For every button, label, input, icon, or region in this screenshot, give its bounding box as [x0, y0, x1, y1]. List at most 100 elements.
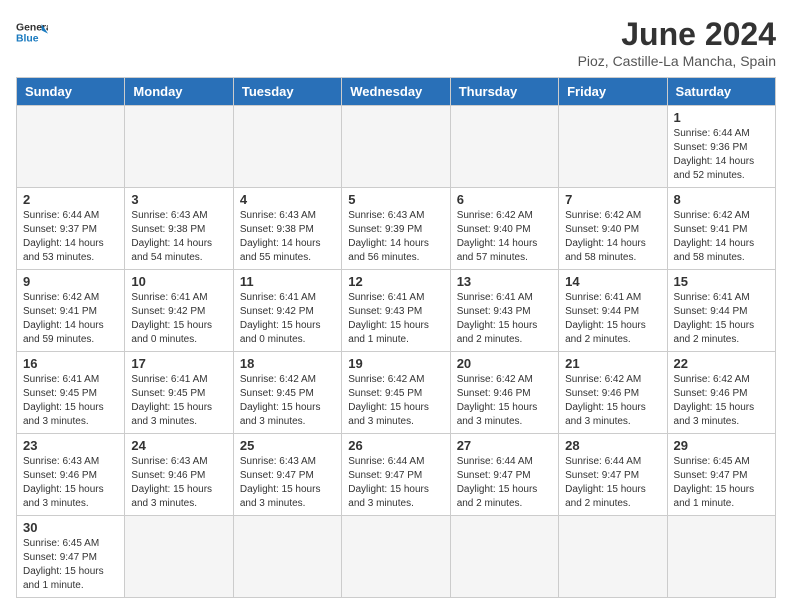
calendar-cell: 29 Sunrise: 6:45 AM Sunset: 9:47 PM Dayli…: [667, 434, 775, 516]
day-number: 18: [240, 356, 335, 371]
calendar-cell: 7 Sunrise: 6:42 AM Sunset: 9:40 PM Daylig…: [559, 188, 667, 270]
day-number: 25: [240, 438, 335, 453]
day-of-week-header: Friday: [559, 78, 667, 106]
day-info: Sunrise: 6:42 AM Sunset: 9:45 PM Dayligh…: [240, 373, 335, 429]
day-info: Sunrise: 6:41 AM Sunset: 9:45 PM Dayligh…: [23, 373, 118, 429]
day-info: Sunrise: 6:43 AM Sunset: 9:46 PM Dayligh…: [23, 455, 118, 511]
day-number: 2: [23, 192, 118, 207]
day-number: 12: [348, 274, 443, 289]
calendar-cell: [559, 516, 667, 598]
calendar-cell: 17 Sunrise: 6:41 AM Sunset: 9:45 PM Dayli…: [125, 352, 233, 434]
calendar-cell: [450, 106, 558, 188]
calendar-cell: 23Sunrise: 6:43 AM Sunset: 9:46 PM Dayli…: [17, 434, 125, 516]
day-number: 7: [565, 192, 660, 207]
calendar-cell: 2 Sunrise: 6:44 AM Sunset: 9:37 PM Daylig…: [17, 188, 125, 270]
day-info: Sunrise: 6:41 AM Sunset: 9:45 PM Dayligh…: [131, 373, 226, 429]
day-number: 27: [457, 438, 552, 453]
day-number: 1: [674, 110, 769, 125]
day-info: Sunrise: 6:41 AM Sunset: 9:42 PM Dayligh…: [131, 291, 226, 347]
day-info: Sunrise: 6:42 AM Sunset: 9:45 PM Dayligh…: [348, 373, 443, 429]
day-number: 17: [131, 356, 226, 371]
page-header: General Blue June 2024 Pioz, Castille-La…: [16, 16, 776, 69]
day-number: 4: [240, 192, 335, 207]
calendar-cell: [233, 516, 341, 598]
day-number: 22: [674, 356, 769, 371]
logo: General Blue: [16, 16, 48, 48]
day-number: 6: [457, 192, 552, 207]
calendar-cell: 6Sunrise: 6:42 AM Sunset: 9:40 PM Daylig…: [450, 188, 558, 270]
day-of-week-header: Tuesday: [233, 78, 341, 106]
day-info: Sunrise: 6:43 AM Sunset: 9:38 PM Dayligh…: [131, 209, 226, 265]
day-info: Sunrise: 6:43 AM Sunset: 9:39 PM Dayligh…: [348, 209, 443, 265]
day-info: Sunrise: 6:42 AM Sunset: 9:40 PM Dayligh…: [565, 209, 660, 265]
calendar-table: SundayMondayTuesdayWednesdayThursdayFrid…: [16, 77, 776, 598]
calendar-cell: 18 Sunrise: 6:42 AM Sunset: 9:45 PM Dayli…: [233, 352, 341, 434]
day-number: 8: [674, 192, 769, 207]
calendar-cell: 19Sunrise: 6:42 AM Sunset: 9:45 PM Dayli…: [342, 352, 450, 434]
calendar-cell: [667, 516, 775, 598]
day-info: Sunrise: 6:42 AM Sunset: 9:41 PM Dayligh…: [674, 209, 769, 265]
day-number: 3: [131, 192, 226, 207]
day-of-week-header: Saturday: [667, 78, 775, 106]
calendar-cell: 30Sunrise: 6:45 AM Sunset: 9:47 PM Dayli…: [17, 516, 125, 598]
day-info: Sunrise: 6:44 AM Sunset: 9:37 PM Dayligh…: [23, 209, 118, 265]
day-number: 24: [131, 438, 226, 453]
calendar-cell: [125, 516, 233, 598]
day-number: 20: [457, 356, 552, 371]
title-section: June 2024 Pioz, Castille-La Mancha, Spai…: [578, 16, 776, 69]
calendar-cell: 26Sunrise: 6:44 AM Sunset: 9:47 PM Dayli…: [342, 434, 450, 516]
location-title: Pioz, Castille-La Mancha, Spain: [578, 53, 776, 69]
day-number: 21: [565, 356, 660, 371]
day-info: Sunrise: 6:43 AM Sunset: 9:38 PM Dayligh…: [240, 209, 335, 265]
calendar-cell: 16 Sunrise: 6:41 AM Sunset: 9:45 PM Dayli…: [17, 352, 125, 434]
calendar-cell: 20 Sunrise: 6:42 AM Sunset: 9:46 PM Dayli…: [450, 352, 558, 434]
calendar-cell: 22 Sunrise: 6:42 AM Sunset: 9:46 PM Dayli…: [667, 352, 775, 434]
calendar-cell: 13 Sunrise: 6:41 AM Sunset: 9:43 PM Dayli…: [450, 270, 558, 352]
calendar-cell: 5Sunrise: 6:43 AM Sunset: 9:39 PM Daylig…: [342, 188, 450, 270]
day-number: 11: [240, 274, 335, 289]
day-info: Sunrise: 6:45 AM Sunset: 9:47 PM Dayligh…: [674, 455, 769, 511]
day-info: Sunrise: 6:43 AM Sunset: 9:47 PM Dayligh…: [240, 455, 335, 511]
calendar-cell: [342, 106, 450, 188]
day-number: 29: [674, 438, 769, 453]
day-of-week-header: Monday: [125, 78, 233, 106]
calendar-cell: [559, 106, 667, 188]
svg-text:Blue: Blue: [16, 34, 39, 45]
calendar-cell: 3 Sunrise: 6:43 AM Sunset: 9:38 PM Daylig…: [125, 188, 233, 270]
calendar-cell: 11Sunrise: 6:41 AM Sunset: 9:42 PM Dayli…: [233, 270, 341, 352]
day-of-week-header: Wednesday: [342, 78, 450, 106]
day-info: Sunrise: 6:42 AM Sunset: 9:46 PM Dayligh…: [457, 373, 552, 429]
calendar-cell: 28Sunrise: 6:44 AM Sunset: 9:47 PM Dayli…: [559, 434, 667, 516]
day-of-week-header: Thursday: [450, 78, 558, 106]
calendar-cell: [17, 106, 125, 188]
day-number: 10: [131, 274, 226, 289]
day-info: Sunrise: 6:41 AM Sunset: 9:44 PM Dayligh…: [565, 291, 660, 347]
day-number: 9: [23, 274, 118, 289]
logo-icon: General Blue: [16, 16, 48, 48]
calendar-cell: [342, 516, 450, 598]
calendar-cell: [233, 106, 341, 188]
day-info: Sunrise: 6:44 AM Sunset: 9:36 PM Dayligh…: [674, 127, 769, 183]
calendar-cell: 12 Sunrise: 6:41 AM Sunset: 9:43 PM Dayli…: [342, 270, 450, 352]
calendar-cell: 15Sunrise: 6:41 AM Sunset: 9:44 PM Dayli…: [667, 270, 775, 352]
calendar-cell: 10 Sunrise: 6:41 AM Sunset: 9:42 PM Dayli…: [125, 270, 233, 352]
day-info: Sunrise: 6:41 AM Sunset: 9:43 PM Dayligh…: [348, 291, 443, 347]
calendar-header-row: SundayMondayTuesdayWednesdayThursdayFrid…: [17, 78, 776, 106]
day-info: Sunrise: 6:42 AM Sunset: 9:41 PM Dayligh…: [23, 291, 118, 347]
calendar-cell: 14Sunrise: 6:41 AM Sunset: 9:44 PM Dayli…: [559, 270, 667, 352]
calendar-cell: 24 Sunrise: 6:43 AM Sunset: 9:46 PM Dayli…: [125, 434, 233, 516]
day-info: Sunrise: 6:44 AM Sunset: 9:47 PM Dayligh…: [457, 455, 552, 511]
day-number: 13: [457, 274, 552, 289]
calendar-cell: 21 Sunrise: 6:42 AM Sunset: 9:46 PM Dayli…: [559, 352, 667, 434]
day-info: Sunrise: 6:42 AM Sunset: 9:46 PM Dayligh…: [565, 373, 660, 429]
day-number: 28: [565, 438, 660, 453]
day-info: Sunrise: 6:43 AM Sunset: 9:46 PM Dayligh…: [131, 455, 226, 511]
day-number: 16: [23, 356, 118, 371]
calendar-cell: 25 Sunrise: 6:43 AM Sunset: 9:47 PM Dayli…: [233, 434, 341, 516]
calendar-cell: 27 Sunrise: 6:44 AM Sunset: 9:47 PM Dayli…: [450, 434, 558, 516]
calendar-cell: [125, 106, 233, 188]
day-info: Sunrise: 6:41 AM Sunset: 9:44 PM Dayligh…: [674, 291, 769, 347]
day-info: Sunrise: 6:42 AM Sunset: 9:46 PM Dayligh…: [674, 373, 769, 429]
day-number: 26: [348, 438, 443, 453]
day-info: Sunrise: 6:41 AM Sunset: 9:43 PM Dayligh…: [457, 291, 552, 347]
